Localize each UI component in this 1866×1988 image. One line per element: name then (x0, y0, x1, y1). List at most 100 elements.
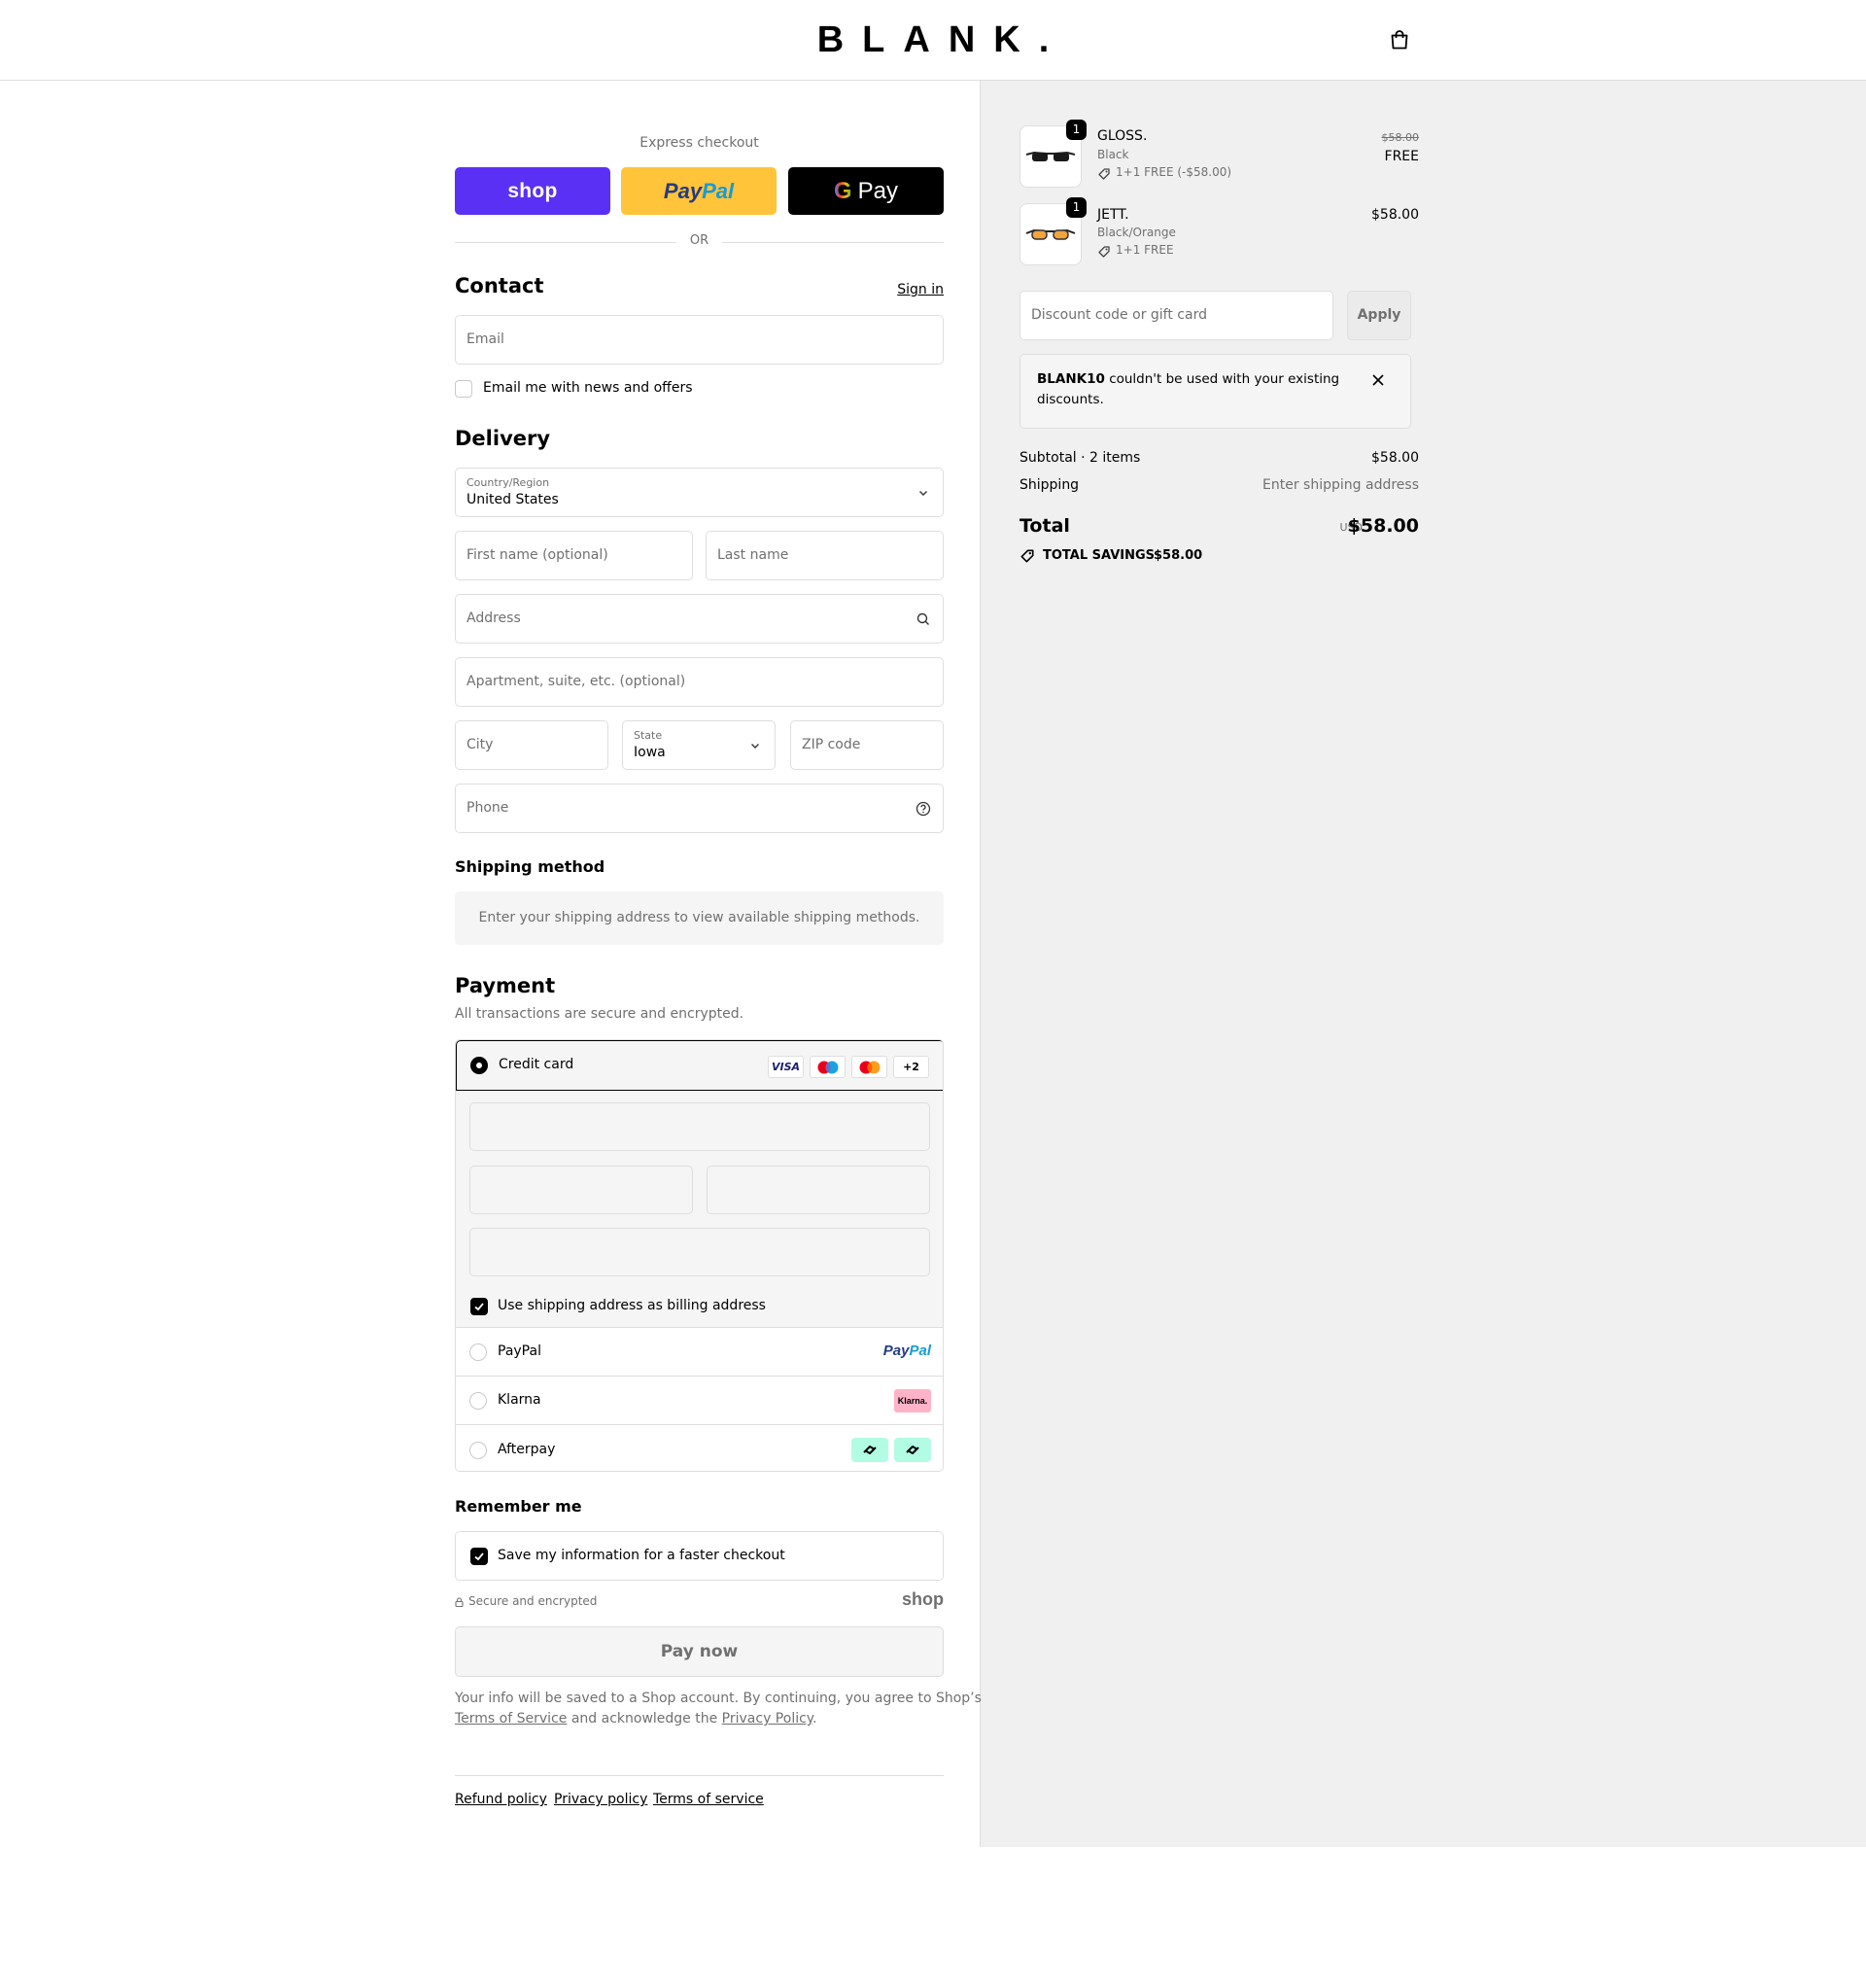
pay-now-button[interactable]: Pay now (455, 1626, 944, 1677)
afterpay-option[interactable]: Afterpay (456, 1425, 943, 1471)
quantity-badge: 1 (1066, 120, 1087, 140)
paypal-logo: PayPal (882, 1343, 931, 1359)
terms-of-service-link[interactable]: Terms of service (653, 1792, 764, 1807)
legal-text-cont: Terms of Service and acknowledge the Pri… (455, 1711, 817, 1726)
billing-address-checkbox[interactable] (470, 1298, 488, 1315)
card-number-field[interactable] (469, 1102, 930, 1151)
original-price: $58.00 (1381, 131, 1420, 144)
help-circle-icon[interactable] (916, 801, 931, 817)
shipping-method-placeholder: Enter your shipping address to view avai… (455, 891, 944, 945)
alert-message-cont: discounts. (1037, 392, 1104, 407)
credit-card-option[interactable]: Credit card VISA +2 (456, 1040, 943, 1091)
shop-privacy-link[interactable]: Privacy Policy (722, 1711, 812, 1726)
total-savings-value: $58.00 (1154, 548, 1203, 563)
paypal-button[interactable]: Pay Pal (621, 167, 777, 215)
apply-button[interactable]: Apply (1347, 291, 1411, 340)
payment-methods: Credit card VISA +2 Use shipping address… (455, 1039, 944, 1472)
google-g-icon: G (833, 177, 852, 204)
credit-card-label: Credit card (499, 1057, 574, 1072)
subtotal-value: $58.00 (1371, 450, 1419, 466)
express-checkout-label: Express checkout (639, 135, 759, 151)
product-promo: 1+1 FREE (-$58.00) (1116, 165, 1232, 179)
contact-heading: Contact (455, 274, 544, 297)
chevron-down-icon (919, 491, 927, 496)
order-summary-panel: 1 GLOSS. Black 1+1 FREE (-$58.00) $58.00… (980, 81, 1866, 1847)
last-name-field[interactable]: Last name (706, 531, 944, 580)
search-icon (916, 612, 929, 625)
shop-terms-link[interactable]: Terms of Service (455, 1711, 567, 1726)
credit-card-form: Use shipping address as billing address (456, 1091, 943, 1328)
security-code-field[interactable] (707, 1166, 930, 1214)
secure-label: Secure and encrypted (468, 1594, 598, 1608)
chevron-down-icon (751, 744, 759, 749)
shipping-value: Enter shipping address (1262, 477, 1419, 493)
expiry-field[interactable] (469, 1166, 693, 1214)
subtotal-label: Subtotal · 2 items (1019, 450, 1141, 466)
footer-divider (455, 1775, 944, 1776)
close-icon[interactable] (1371, 373, 1385, 387)
legal-text: Your info will be saved to a Shop accoun… (455, 1691, 982, 1706)
product-promo: 1+1 FREE (1116, 243, 1174, 257)
shipping-method-heading: Shipping method (455, 857, 605, 876)
product-name: JETT. (1097, 207, 1129, 223)
payment-heading: Payment (455, 974, 556, 997)
privacy-policy-link[interactable]: Privacy policy (554, 1792, 647, 1807)
billing-address-label: Use shipping address as billing address (498, 1298, 766, 1313)
lock-icon (455, 1597, 464, 1607)
discount-error-alert: BLANK10 couldn't be used with your exist… (1019, 354, 1411, 429)
klarna-radio[interactable] (469, 1392, 487, 1410)
google-pay-button[interactable]: G Pay (788, 167, 944, 215)
country-select[interactable]: Country/Region United States (455, 468, 944, 517)
more-cards-badge: +2 (893, 1056, 929, 1078)
sign-in-link[interactable]: Sign in (897, 282, 944, 297)
or-divider: OR (455, 233, 944, 251)
klarna-logo: Klarna. (894, 1389, 931, 1413)
apartment-field[interactable]: Apartment, suite, etc. (optional) (455, 657, 944, 707)
save-info-label: Save my information for a faster checkou… (498, 1548, 785, 1563)
news-offers-checkbox[interactable] (455, 380, 472, 398)
tag-icon (1098, 246, 1110, 258)
paypal-option[interactable]: PayPal PayPal (456, 1328, 943, 1377)
header: BLANK. (0, 0, 1866, 81)
total-value: $58.00 (1347, 515, 1419, 537)
maestro-icon (810, 1056, 846, 1078)
tag-icon (1098, 168, 1110, 180)
credit-card-radio[interactable] (470, 1057, 488, 1074)
discount-code: BLANK10 (1037, 371, 1105, 387)
shop-pay-button[interactable]: shop (455, 167, 610, 215)
zip-field[interactable]: ZIP code (790, 720, 944, 770)
quantity-badge: 1 (1066, 197, 1087, 218)
shopping-bag-icon[interactable] (1389, 29, 1410, 51)
brand-logo[interactable]: BLANK. (0, 19, 1866, 61)
email-field[interactable]: Email (455, 315, 944, 365)
afterpay-radio[interactable] (469, 1442, 487, 1459)
paypal-radio[interactable] (469, 1343, 487, 1361)
total-label: Total (1019, 515, 1070, 537)
city-field[interactable]: City (455, 720, 608, 770)
payment-subtitle: All transactions are secure and encrypte… (455, 1006, 744, 1022)
first-name-field[interactable]: First name (optional) (455, 531, 693, 580)
news-offers-label: Email me with news and offers (483, 380, 693, 396)
afterpay-icon (851, 1438, 888, 1462)
state-select[interactable]: State Iowa (622, 720, 776, 770)
refund-policy-link[interactable]: Refund policy (455, 1792, 547, 1807)
alert-message: couldn't be used with your existing (1109, 371, 1340, 387)
save-info-checkbox[interactable] (470, 1548, 488, 1565)
total-savings-label: TOTAL SAVINGS (1043, 548, 1156, 563)
product-price: $58.00 (1371, 207, 1419, 223)
discount-input[interactable]: Discount code or gift card (1019, 291, 1333, 340)
delivery-heading: Delivery (455, 427, 551, 450)
remember-me-box: Save my information for a faster checkou… (455, 1531, 944, 1581)
tag-icon (1020, 549, 1034, 563)
phone-field[interactable]: Phone (455, 784, 944, 833)
product-price: FREE (1384, 149, 1419, 164)
shop-logo: shop (902, 1589, 944, 1609)
afterpay-icon (894, 1438, 931, 1462)
remember-me-heading: Remember me (455, 1497, 582, 1516)
product-name: GLOSS. (1097, 128, 1148, 144)
name-on-card-field[interactable] (469, 1228, 930, 1276)
address-field[interactable]: Address (455, 594, 944, 644)
visa-icon: VISA (768, 1056, 804, 1078)
klarna-option[interactable]: Klarna Klarna. (456, 1377, 943, 1425)
afterpay-label: Afterpay (498, 1442, 556, 1457)
